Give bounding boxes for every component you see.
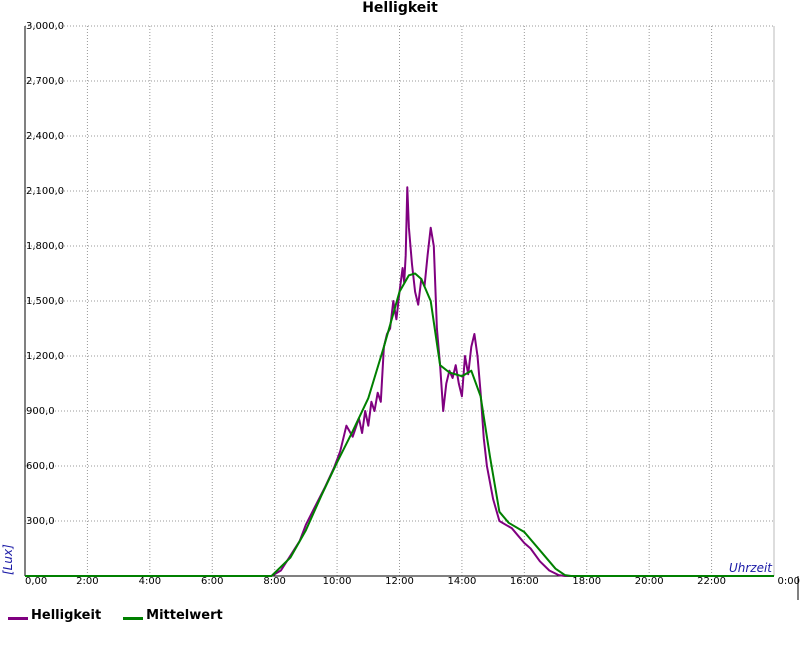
legend: Helligkeit Mittelwert	[8, 608, 245, 623]
axes	[24, 26, 799, 600]
y-tick-label: 2,400,0	[26, 131, 64, 142]
y-tick-label: 1,500,0	[26, 296, 64, 307]
y-tick-label: 2,100,0	[26, 186, 64, 197]
legend-label: Mittelwert	[146, 608, 223, 623]
x-tick-label: 18:00	[572, 576, 601, 587]
x-tick-label: 4:00	[139, 576, 161, 587]
legend-swatch	[123, 617, 144, 620]
y-tick-label: 2,700,0	[26, 76, 64, 87]
legend-label: Helligkeit	[31, 608, 102, 623]
legend-item: Helligkeit	[8, 608, 101, 623]
y-tick-label: 1,800,0	[26, 241, 64, 252]
y-tick-label: 600,0	[26, 461, 55, 472]
y-axis-label: [Lux]	[1, 544, 15, 575]
chart: Helligkeit 300,0 600,0 900,0 1,200,0 1,500,0…	[1, 0, 800, 600]
x-tick-label: 22:00	[697, 576, 726, 587]
y-tick-label: 300,0	[26, 516, 55, 527]
x-tick-label: 2:00	[76, 576, 98, 587]
x-tick-label: 14:00	[448, 576, 477, 587]
x-tick-label: 16:00	[510, 576, 539, 587]
y-tick-labels: 300,0 600,0 900,0 1,200,0 1,500,0 1,800,0 2,10…	[26, 21, 64, 527]
x-tick-label: 10:00	[323, 576, 352, 587]
x-tick-label: 20:00	[635, 576, 664, 587]
legend-item: Mittelwert	[123, 608, 223, 623]
grid	[25, 25, 774, 576]
x-tick-label: 6:00	[201, 576, 223, 587]
x-axis-label: Uhrzeit	[729, 561, 773, 575]
x-tick-label: 12:00	[385, 576, 414, 587]
legend-swatch	[8, 617, 28, 620]
y-tick-label: 3,000,0	[26, 21, 64, 32]
x-tick-label: 8:00	[263, 576, 285, 587]
y-tick-label: 900,0	[26, 406, 55, 417]
y-tick-label: 1,200,0	[26, 351, 64, 362]
x-tick-label: 0:00	[778, 576, 800, 587]
x-tick-label: 0,00	[25, 576, 47, 587]
chart-title: Helligkeit	[362, 0, 438, 16]
x-tick-labels: 0,00 2:00 4:00 6:00 8:00 10:00 12:00 14:00 16:00…	[25, 576, 800, 587]
